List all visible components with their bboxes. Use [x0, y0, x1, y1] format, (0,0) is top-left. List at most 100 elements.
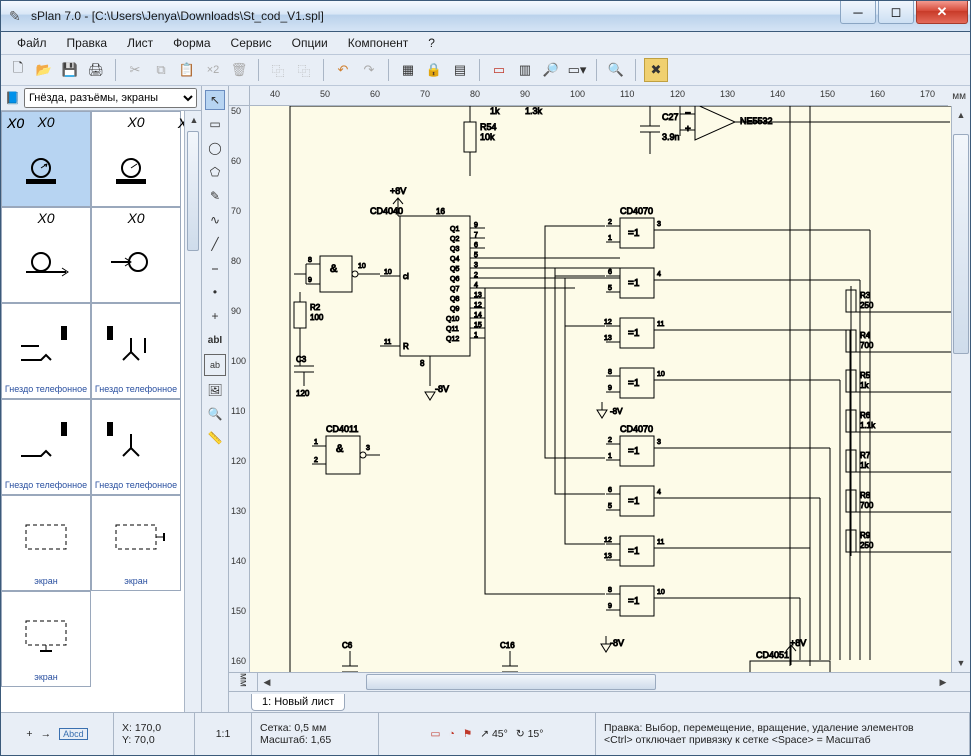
find-icon[interactable]: 🔎	[540, 59, 562, 81]
svg-text:100: 100	[310, 313, 324, 322]
library-select[interactable]: Гнёзда, разъёмы, экраны	[24, 88, 197, 108]
x2-button[interactable]: ×2	[202, 59, 224, 81]
hscroll-track[interactable]	[276, 673, 934, 691]
menu-options[interactable]: Опции	[284, 34, 336, 52]
zoom-tool[interactable]: 🔍	[205, 404, 225, 424]
dot-tool[interactable]: •	[205, 282, 225, 302]
svg-text:1.3k: 1.3k	[525, 106, 543, 116]
svg-text:10: 10	[657, 371, 665, 378]
rect-tool[interactable]: ▭	[205, 114, 225, 134]
sheet-tabs: 1: Новый лист	[229, 691, 970, 712]
seg-arrow[interactable]: →	[41, 728, 52, 740]
dup2-icon[interactable]: ⿻	[293, 59, 315, 81]
copy-icon[interactable]: ⧉	[150, 59, 172, 81]
poly-tool[interactable]: ⬠	[205, 162, 225, 182]
close-button[interactable]: ✕	[916, 1, 968, 24]
component-cell[interactable]: X0	[91, 207, 181, 303]
svg-text:=1: =1	[628, 496, 640, 507]
menu-component[interactable]: Компонент	[340, 34, 417, 52]
scroll-thumb[interactable]	[187, 131, 199, 251]
print-icon[interactable]: 🖨	[85, 59, 107, 81]
svg-text:+8V: +8V	[390, 186, 406, 196]
horizontal-scrollbar-row: мм ◀ ▶	[229, 672, 970, 691]
text-tool[interactable]: abI	[205, 330, 225, 350]
lock-icon[interactable]: 🔒	[423, 59, 445, 81]
component-cell[interactable]: X0 Гнездо телефонное	[91, 303, 181, 399]
vscroll-thumb[interactable]	[953, 134, 969, 354]
component-cell[interactable]: экран	[1, 495, 91, 591]
scroll-up-icon[interactable]: ▲	[185, 111, 201, 129]
page-icon[interactable]: ▭▾	[566, 59, 588, 81]
sheet-tab[interactable]: 1: Новый лист	[251, 694, 345, 711]
scroll-left-icon[interactable]: ◀	[258, 673, 276, 691]
svg-text:CD4011: CD4011	[326, 424, 358, 434]
cursor-tool[interactable]: ↖	[205, 90, 225, 110]
component-cell[interactable]: X0	[1, 207, 91, 303]
layer-icon[interactable]: ▤	[449, 59, 471, 81]
scroll-right-icon[interactable]: ▶	[934, 673, 952, 691]
round-tool-icon[interactable]: ◔	[448, 728, 454, 740]
component-cell[interactable]: X0 Гнездо телефонное	[91, 399, 181, 495]
horizontal-ruler[interactable]: 40 50 60 70 80 90 100 110 120 130 140 15…	[250, 86, 948, 106]
content-row: 📘 Гнёзда, разъёмы, экраны X0 X0	[1, 86, 970, 712]
vertical-ruler[interactable]: 50 60 70 80 90 100 110 120 130 140 150 1…	[229, 106, 250, 672]
component-cell[interactable]: экран	[1, 591, 91, 687]
bezier-tool[interactable]: ∿	[205, 210, 225, 230]
angle15-button[interactable]: ↻ 15°	[516, 728, 544, 740]
maximize-button[interactable]: ◻	[878, 1, 914, 24]
dup1-icon[interactable]: ⿻	[267, 59, 289, 81]
hscroll-thumb[interactable]	[366, 674, 656, 690]
paste-icon[interactable]: 📋	[176, 59, 198, 81]
component-cell[interactable]: X0 Гнездо телефонное	[1, 399, 91, 495]
minimize-button[interactable]: ─	[840, 1, 876, 24]
zoom-icon[interactable]: 🔍	[605, 59, 627, 81]
seg-text[interactable]: Abcd	[59, 728, 88, 740]
list-icon[interactable]: ▥	[514, 59, 536, 81]
vertical-scrollbar[interactable]: ▲ ▼	[951, 106, 970, 672]
component-cell[interactable]: X0 Гнездо телефонное	[1, 303, 91, 399]
menu-file[interactable]: Файл	[9, 34, 55, 52]
menu-form[interactable]: Форма	[165, 34, 218, 52]
cut-icon[interactable]: ✂	[124, 59, 146, 81]
seg-plus[interactable]: +	[26, 728, 32, 740]
library-scrollbar[interactable]: ▲	[184, 111, 201, 712]
scroll-down-icon[interactable]: ▼	[952, 654, 970, 672]
svg-text:13: 13	[474, 292, 482, 299]
extra-icon[interactable]: ✖	[644, 58, 668, 82]
redo-icon[interactable]: ↷	[358, 59, 380, 81]
save-icon[interactable]: 💾	[59, 59, 81, 81]
freehand-tool[interactable]: ✎	[205, 186, 225, 206]
svg-text:250: 250	[860, 301, 874, 310]
grid-icon[interactable]: ▦	[397, 59, 419, 81]
scroll-up-icon[interactable]: ▲	[952, 106, 970, 124]
svg-text:1k: 1k	[490, 106, 500, 116]
label-tool[interactable]: ab	[204, 354, 226, 376]
delete-icon[interactable]: 🗑	[228, 59, 250, 81]
component-cell[interactable]: экран	[91, 495, 181, 591]
flag-tool-icon[interactable]: ⚑	[463, 728, 472, 740]
shape-tool-icon[interactable]: ▭	[431, 728, 441, 740]
plus-tool[interactable]: +	[205, 306, 225, 326]
menu-list[interactable]: Лист	[119, 34, 161, 52]
svg-text:6: 6	[608, 487, 612, 494]
menu-service[interactable]: Сервис	[223, 34, 280, 52]
open-icon[interactable]: 📂	[33, 59, 55, 81]
angle45-button[interactable]: ↗ 45°	[480, 728, 508, 740]
svg-text:C16: C16	[500, 641, 515, 650]
undo-icon[interactable]: ↶	[332, 59, 354, 81]
circle-tool[interactable]: ◯	[205, 138, 225, 158]
select-icon[interactable]: ▭	[488, 59, 510, 81]
menu-help[interactable]: ?	[420, 34, 443, 52]
wire-tool[interactable]: ⎯	[205, 258, 225, 278]
measure-tool[interactable]: 📏	[205, 428, 225, 448]
menu-edit[interactable]: Правка	[59, 34, 116, 52]
svg-text:=1: =1	[628, 228, 640, 239]
sep-icon	[115, 59, 116, 81]
new-icon[interactable]: 🗋	[7, 59, 29, 81]
schematic-canvas[interactable]: R54 10k 1k 1.3k C27 3.9n −+	[250, 106, 951, 672]
image-tool[interactable]: 🖼	[205, 380, 225, 400]
shield-symbol	[94, 498, 178, 576]
line-tool[interactable]: ╱	[205, 234, 225, 254]
component-cell[interactable]: X0	[91, 111, 181, 207]
svg-text:3: 3	[474, 262, 478, 269]
